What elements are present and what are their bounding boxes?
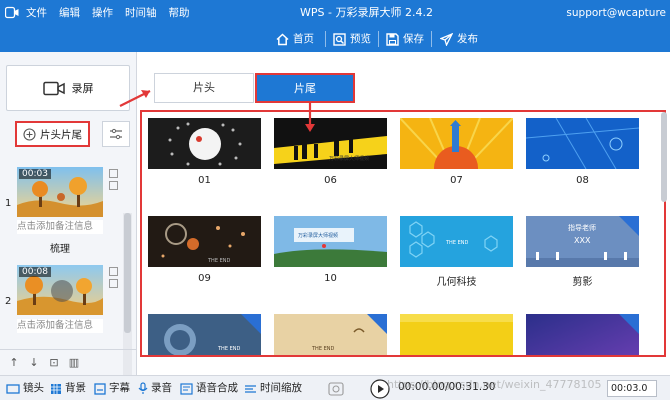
- annotation-arrows: [119, 90, 315, 132]
